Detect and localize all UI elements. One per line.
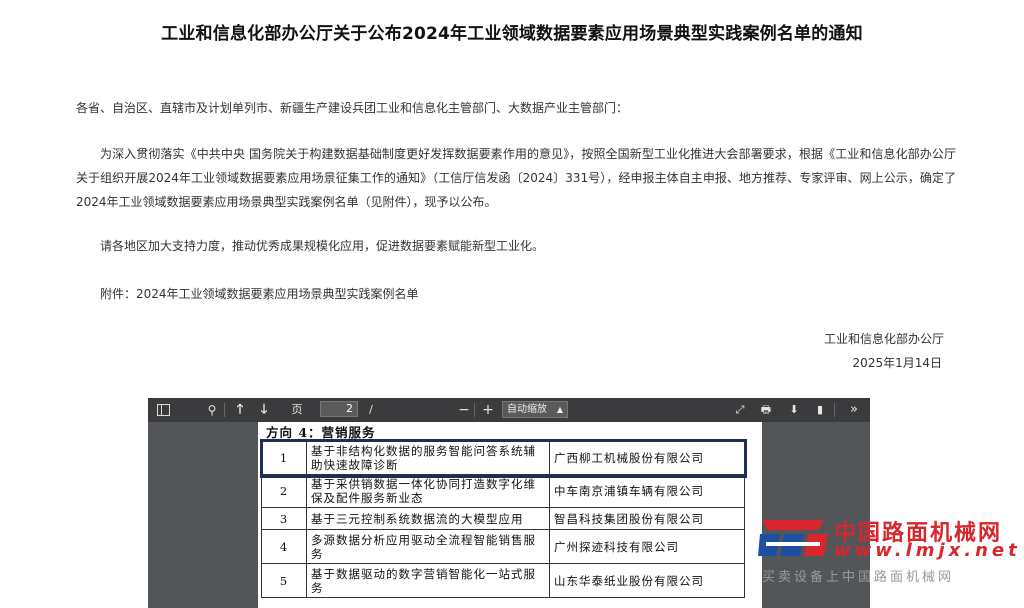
- project-name: 多源数据分析应用驱动全流程智能销售服务: [306, 529, 550, 564]
- tools-menu-icon[interactable]: »: [846, 398, 862, 422]
- bookmark-icon[interactable]: ▮: [812, 398, 828, 422]
- pdf-toolbar: ⚲ 🡑 🡓 页面： 2 / 4 − + 自动缩放 ▲ ⤢ 🖶 ⬇ ▮ »: [148, 398, 870, 440]
- page-label: 页面：: [286, 403, 308, 440]
- next-page-icon[interactable]: 🡓: [256, 398, 272, 422]
- search-icon[interactable]: ⚲: [204, 398, 220, 422]
- notice-attachment-line: 附件：2024年工业领域数据要素应用场景典型实践案例名单: [100, 287, 419, 301]
- table-row: 4 多源数据分析应用驱动全流程智能销售服务 广州探迹科技有限公司: [261, 529, 745, 564]
- presentation-mode-icon[interactable]: ⤢: [732, 398, 748, 422]
- zoom-in-icon[interactable]: +: [480, 398, 496, 422]
- watermark-tagline: 买卖设备上中国路面机械网: [762, 570, 955, 585]
- download-icon[interactable]: ⬇: [786, 398, 802, 422]
- project-name: 基于数据驱动的数字营销智能化一站式服务: [306, 563, 550, 598]
- row-number: 2: [261, 474, 307, 508]
- print-icon[interactable]: 🖶: [758, 398, 774, 422]
- zoom-select-value: 自动缩放: [507, 404, 547, 415]
- table-row: 5 基于数据驱动的数字营销智能化一站式服务 山东华泰纸业股份有限公司: [261, 563, 745, 598]
- chevron-down-icon: ▲: [556, 405, 563, 414]
- zoom-select[interactable]: 自动缩放 ▲: [502, 401, 568, 418]
- company-name: 中车南京浦镇车辆有限公司: [549, 474, 745, 508]
- row-number: 4: [261, 529, 307, 564]
- zoom-out-icon[interactable]: −: [456, 398, 472, 422]
- notice-greeting: 各省、自治区、直辖市及计划单列市、新疆生产建设兵团工业和信息化主管部门、大数据产…: [76, 101, 629, 115]
- row-number: 5: [261, 563, 307, 598]
- notice-date: 2025年1月14日: [852, 356, 942, 370]
- toolbar-divider: [474, 403, 475, 417]
- highlight-box: [260, 439, 747, 478]
- page-number-input[interactable]: 2: [320, 401, 358, 417]
- watermark-url: www.lmjx.net: [834, 540, 1021, 561]
- toolbar-divider: [224, 403, 225, 417]
- notice-body-paragraph-1: 为深入贯彻落实《中共中央 国务院关于构建数据基础制度更好发挥数据要素作用的意见》…: [76, 147, 956, 209]
- company-name: 广州探迹科技有限公司: [549, 529, 745, 564]
- notice-signature: 工业和信息化部办公厅: [823, 332, 944, 346]
- watermark-logo-icon: [758, 520, 828, 556]
- prev-page-icon[interactable]: 🡑: [232, 398, 248, 422]
- project-name: 基于三元控制系统数据流的大模型应用: [306, 507, 550, 530]
- project-name: 基于采供销数据一体化协同打造数字化维保及配件服务新业态: [306, 474, 550, 508]
- notice-title: 工业和信息化部办公厅关于公布2024年工业领域数据要素应用场景典型实践案例名单的…: [161, 24, 863, 44]
- table-row: 3 基于三元控制系统数据流的大模型应用 智昌科技集团股份有限公司: [261, 507, 745, 530]
- page-total: / 4: [368, 403, 375, 440]
- toolbar-divider: [834, 403, 835, 417]
- notice-body-paragraph-2: 请各地区加大支持力度，推动优秀成果规模化应用，促进数据要素赋能新型工业化。: [100, 239, 545, 253]
- company-name: 山东华泰纸业股份有限公司: [549, 563, 745, 598]
- company-name: 智昌科技集团股份有限公司: [549, 507, 745, 530]
- sidebar-toggle-icon[interactable]: [154, 398, 172, 422]
- table-row: 2 基于采供销数据一体化协同打造数字化维保及配件服务新业态 中车南京浦镇车辆有限…: [261, 474, 745, 508]
- row-number: 3: [261, 507, 307, 530]
